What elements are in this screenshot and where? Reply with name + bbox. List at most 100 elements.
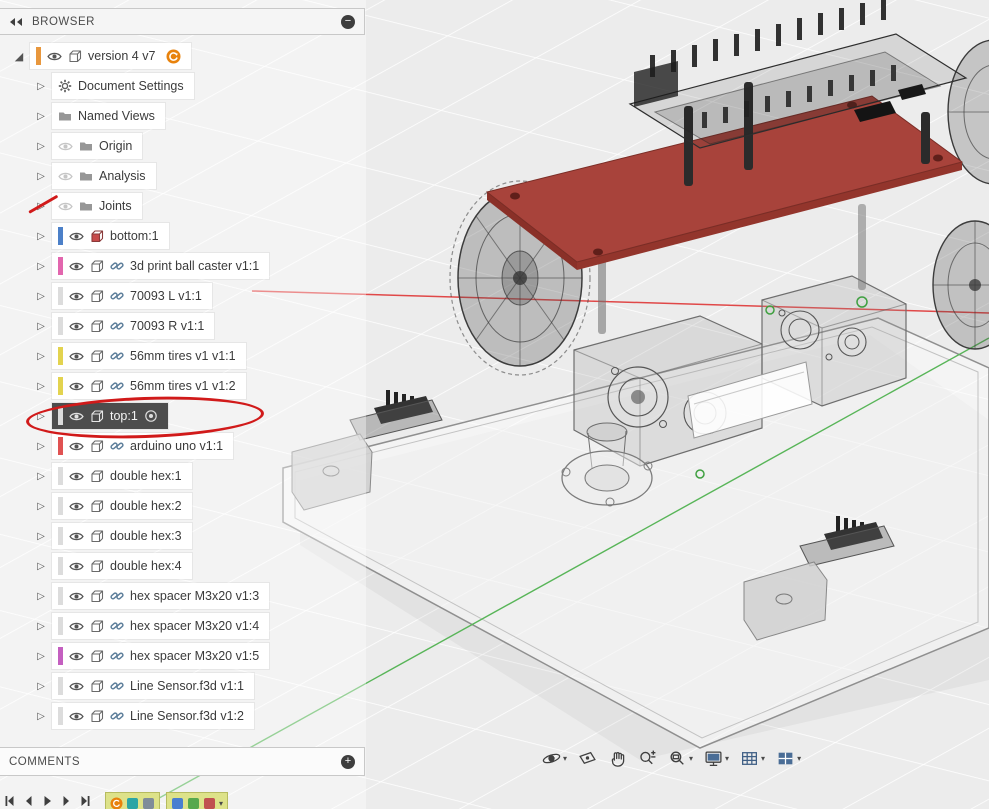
- timeline-marker-icon[interactable]: [142, 797, 155, 809]
- visibility-eye-icon[interactable]: [69, 441, 84, 452]
- grid-and-snaps-button[interactable]: ▾: [738, 747, 767, 770]
- visibility-eye-icon[interactable]: [69, 591, 84, 602]
- tree-item-label[interactable]: Named Views: [78, 109, 155, 123]
- play-button[interactable]: [42, 795, 53, 807]
- expand-arrow-icon[interactable]: ▷: [30, 471, 52, 482]
- tree-row-hex-spacer-5[interactable]: ▷ hex spacer M3x20 v1:5: [0, 641, 365, 671]
- expand-arrow-icon[interactable]: ▷: [30, 171, 52, 182]
- expand-arrow-icon[interactable]: ▷: [30, 81, 52, 92]
- visibility-eye-icon[interactable]: [69, 261, 84, 272]
- tree-row-double-hex-2[interactable]: ▷ double hex:2: [0, 491, 365, 521]
- tree-row-document-settings[interactable]: ▷ Document Settings: [0, 71, 365, 101]
- tree-item-label[interactable]: hex spacer M3x20 v1:5: [130, 649, 259, 663]
- tree-item-label[interactable]: 56mm tires v1 v1:1: [130, 349, 236, 363]
- visibility-eye-icon[interactable]: [69, 651, 84, 662]
- visibility-eye-icon[interactable]: [69, 351, 84, 362]
- activate-component-radio-icon[interactable]: [144, 409, 158, 423]
- minimize-panel-button[interactable]: −: [341, 15, 355, 29]
- tree-row-70093-l[interactable]: ▷ 70093 L v1:1: [0, 281, 365, 311]
- expand-arrow-icon[interactable]: ▷: [30, 381, 52, 392]
- visibility-eye-icon[interactable]: [69, 471, 84, 482]
- tree-item-label[interactable]: Analysis: [99, 169, 146, 183]
- timeline-update-marker-icon[interactable]: [110, 797, 123, 809]
- tree-item-label[interactable]: double hex:1: [110, 469, 182, 483]
- expand-arrow-icon[interactable]: ▷: [30, 231, 52, 242]
- visibility-eye-icon[interactable]: [69, 231, 84, 242]
- comments-panel-header[interactable]: COMMENTS +: [0, 747, 365, 776]
- add-comment-button[interactable]: +: [341, 755, 355, 769]
- expand-arrow-icon[interactable]: ▷: [30, 351, 52, 362]
- tree-row-ball-caster[interactable]: ▷ 3d print ball caster v1:1: [0, 251, 365, 281]
- tree-item-label[interactable]: version 4 v7: [88, 49, 155, 63]
- tree-item-label[interactable]: top:1: [110, 409, 138, 423]
- expand-arrow-icon[interactable]: ▷: [30, 561, 52, 572]
- pan-button[interactable]: [606, 747, 629, 770]
- tree-row-arduino-uno[interactable]: ▷ arduino uno v1:1: [0, 431, 365, 461]
- visibility-eye-off-icon[interactable]: [58, 171, 73, 182]
- expand-arrow-icon[interactable]: ▷: [30, 651, 52, 662]
- tree-row-line-sensor-1[interactable]: ▷ Line Sensor.f3d v1:1: [0, 671, 365, 701]
- expand-arrow-icon[interactable]: ▷: [30, 321, 52, 332]
- timeline-marker-group[interactable]: ▾: [166, 792, 228, 809]
- tree-item-label[interactable]: hex spacer M3x20 v1:4: [130, 619, 259, 633]
- expand-arrow-icon[interactable]: ▷: [30, 501, 52, 512]
- tree-row-70093-r[interactable]: ▷ 70093 R v1:1: [0, 311, 365, 341]
- expand-arrow-icon[interactable]: ▷: [30, 291, 52, 302]
- expand-arrow-icon[interactable]: ▷: [30, 621, 52, 632]
- viewports-button[interactable]: ▾: [774, 747, 803, 770]
- tree-item-label[interactable]: Document Settings: [78, 79, 184, 93]
- visibility-eye-icon[interactable]: [69, 621, 84, 632]
- visibility-eye-off-icon[interactable]: [58, 141, 73, 152]
- tree-item-label[interactable]: Line Sensor.f3d v1:2: [130, 709, 244, 723]
- visibility-eye-icon[interactable]: [69, 561, 84, 572]
- orbit-button[interactable]: ▾: [540, 747, 569, 770]
- expand-arrow-icon[interactable]: ▷: [30, 411, 52, 422]
- visibility-eye-icon[interactable]: [69, 531, 84, 542]
- step-back-button[interactable]: [23, 795, 34, 807]
- tree-row-56mm-tires-2[interactable]: ▷ 56mm tires v1 v1:2: [0, 371, 365, 401]
- tree-row-origin[interactable]: ▷ Origin: [0, 131, 365, 161]
- tree-item-label[interactable]: hex spacer M3x20 v1:3: [130, 589, 259, 603]
- tree-item-label[interactable]: bottom:1: [110, 229, 159, 243]
- visibility-eye-off-icon[interactable]: [58, 201, 73, 212]
- visibility-eye-icon[interactable]: [69, 381, 84, 392]
- tree-row-double-hex-1[interactable]: ▷ double hex:1: [0, 461, 365, 491]
- visibility-eye-icon[interactable]: [69, 711, 84, 722]
- tree-row-named-views[interactable]: ▷ Named Views: [0, 101, 365, 131]
- tree-item-label[interactable]: double hex:4: [110, 559, 182, 573]
- tree-item-label[interactable]: Origin: [99, 139, 132, 153]
- tree-row-56mm-tires-1[interactable]: ▷ 56mm tires v1 v1:1: [0, 341, 365, 371]
- tree-row-bottom-1[interactable]: ▷ bottom:1: [0, 221, 365, 251]
- expand-arrow-icon[interactable]: ▷: [30, 201, 52, 212]
- tree-row-joints[interactable]: ▷ Joints: [0, 191, 365, 221]
- expand-arrow-icon[interactable]: ▷: [30, 681, 52, 692]
- tree-row-analysis[interactable]: ▷ Analysis: [0, 161, 365, 191]
- tree-row-version[interactable]: ◢ version 4 v7: [0, 41, 365, 71]
- tree-item-label[interactable]: Line Sensor.f3d v1:1: [130, 679, 244, 693]
- tree-row-double-hex-3[interactable]: ▷ double hex:3: [0, 521, 365, 551]
- tree-item-label[interactable]: 70093 L v1:1: [130, 289, 202, 303]
- go-to-end-button[interactable]: [80, 795, 91, 807]
- timeline-marker-icon[interactable]: [126, 797, 139, 809]
- timeline-marker-icon[interactable]: [203, 797, 216, 809]
- expand-arrow-icon[interactable]: ▷: [30, 591, 52, 602]
- tree-item-label[interactable]: 3d print ball caster v1:1: [130, 259, 259, 273]
- tree-row-double-hex-4[interactable]: ▷ double hex:4: [0, 551, 365, 581]
- collapse-arrow-icon[interactable]: ◢: [8, 50, 30, 63]
- expand-arrow-icon[interactable]: ▷: [30, 141, 52, 152]
- timeline-marker-icon[interactable]: [171, 797, 184, 809]
- expand-arrow-icon[interactable]: ▷: [30, 261, 52, 272]
- tree-item-label[interactable]: 56mm tires v1 v1:2: [130, 379, 236, 393]
- expand-arrow-icon[interactable]: ▷: [30, 531, 52, 542]
- visibility-eye-icon[interactable]: [69, 411, 84, 422]
- tree-row-line-sensor-2[interactable]: ▷ Line Sensor.f3d v1:2: [0, 701, 365, 731]
- tree-row-top-1[interactable]: ▷ top:1: [0, 401, 365, 431]
- go-to-start-button[interactable]: [4, 795, 15, 807]
- browser-panel-header[interactable]: BROWSER −: [0, 8, 365, 35]
- tree-item-label[interactable]: double hex:3: [110, 529, 182, 543]
- tree-row-hex-spacer-3[interactable]: ▷ hex spacer M3x20 v1:3: [0, 581, 365, 611]
- tree-item-label[interactable]: Joints: [99, 199, 132, 213]
- visibility-eye-icon[interactable]: [69, 291, 84, 302]
- fit-button[interactable]: ▾: [666, 747, 695, 770]
- timeline-marker-icon[interactable]: [187, 797, 200, 809]
